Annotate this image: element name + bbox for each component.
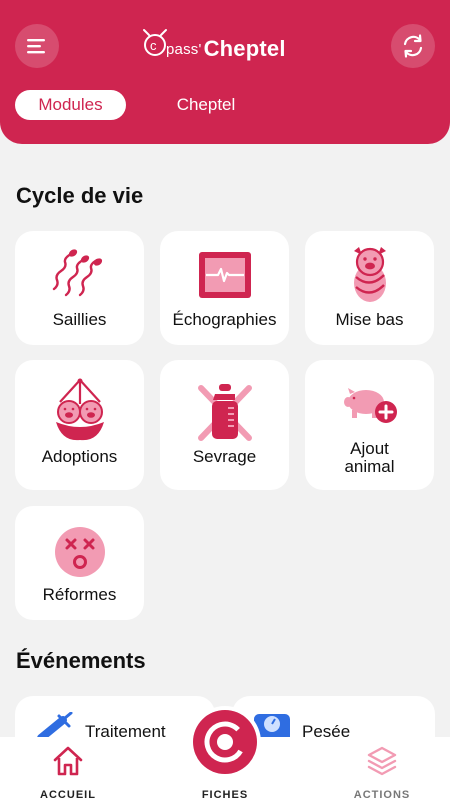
crossed-bottle-icon bbox=[160, 384, 289, 442]
nav-label-actions: ACTIONS bbox=[353, 789, 411, 800]
nav-label-fiches: FICHES bbox=[201, 789, 249, 800]
fiches-fab-button[interactable] bbox=[193, 710, 257, 774]
layers-icon bbox=[367, 746, 397, 776]
card-label-line1: Ajout bbox=[350, 439, 389, 458]
swaddled-piglet-icon bbox=[305, 245, 434, 303]
nav-label-accueil: ACCUEIL bbox=[40, 789, 96, 800]
home-icon bbox=[53, 746, 83, 776]
dead-face-icon bbox=[15, 526, 144, 578]
piglets-bundle-icon bbox=[15, 378, 144, 442]
section-title-cycle: Cycle de vie bbox=[16, 183, 144, 208]
card-label-line2: animal bbox=[344, 457, 395, 476]
section-title-events: Événements bbox=[16, 648, 146, 673]
pig-add-icon bbox=[305, 384, 434, 424]
app-logo: c pass' Cheptel bbox=[140, 29, 286, 62]
ultrasound-monitor-icon bbox=[160, 251, 289, 299]
hamburger-menu-icon bbox=[27, 39, 45, 54]
card-saillies[interactable]: Saillies bbox=[15, 231, 144, 345]
card-reformes[interactable]: Réformes bbox=[15, 506, 144, 620]
refresh-icon bbox=[403, 34, 423, 58]
logo-name: Cheptel bbox=[203, 36, 286, 61]
card-echographies[interactable]: Échographies bbox=[160, 231, 289, 345]
card-label: Saillies bbox=[52, 310, 107, 329]
card-label: Réformes bbox=[42, 585, 117, 604]
sync-button[interactable] bbox=[391, 24, 435, 68]
card-mise-bas[interactable]: Mise bas bbox=[305, 231, 434, 345]
card-label: Sevrage bbox=[192, 447, 257, 466]
svg-text:c: c bbox=[150, 38, 157, 53]
card-adoptions[interactable]: Adoptions bbox=[15, 360, 144, 490]
sperm-icon bbox=[15, 245, 144, 299]
card-label: Mise bas bbox=[335, 310, 404, 329]
app-header: c pass' Cheptel Modules Cheptel bbox=[0, 0, 450, 144]
tab-cheptel[interactable]: Cheptel bbox=[150, 90, 262, 120]
card-sevrage[interactable]: Sevrage bbox=[160, 360, 289, 490]
logo-c-icon bbox=[204, 721, 246, 763]
logo-pig-mark-icon: c bbox=[143, 29, 167, 56]
menu-button[interactable] bbox=[15, 24, 59, 68]
card-label: Adoptions bbox=[41, 447, 118, 466]
logo-prefix: pass' bbox=[166, 41, 202, 58]
card-ajout-animal[interactable]: Ajout animal bbox=[305, 360, 434, 490]
card-label: Échographies bbox=[172, 310, 277, 329]
tab-modules[interactable]: Modules bbox=[15, 90, 126, 120]
